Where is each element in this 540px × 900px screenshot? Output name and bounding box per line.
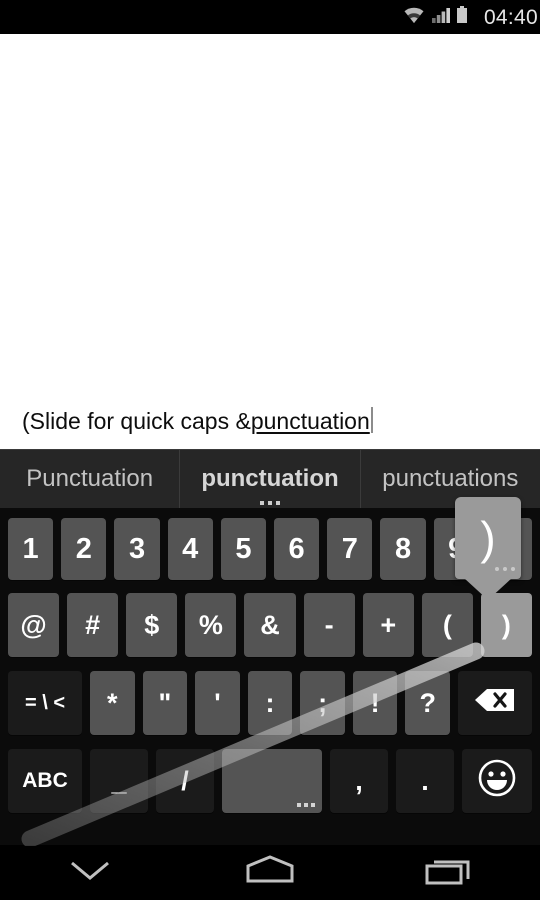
key-label: . — [421, 765, 429, 796]
key-label: 2 — [75, 532, 92, 565]
status-bar: 04:40 — [0, 0, 540, 34]
key-label: + — [380, 609, 397, 640]
key-plus[interactable]: + — [362, 593, 414, 657]
key-asterisk[interactable]: * — [90, 671, 135, 735]
more-options-dots-icon — [495, 567, 515, 571]
key-label: & — [260, 609, 280, 640]
key-label: % — [198, 609, 223, 640]
more-options-dots-icon — [297, 803, 315, 807]
symbol-row-2: = \ < * " ' : ; ! ? — [0, 664, 540, 742]
cellular-signal-icon — [431, 5, 451, 30]
key-label: ABC — [22, 769, 68, 792]
key-label: / — [181, 765, 189, 796]
popup-tail — [464, 578, 512, 600]
symbol-row-1: @ # $ % & - + ( ) — [0, 586, 540, 664]
chevron-down-icon — [62, 855, 118, 890]
key-label: ' — [214, 687, 221, 718]
key-space[interactable] — [222, 749, 322, 813]
suggestion-label: punctuations — [382, 465, 519, 492]
recents-icon — [421, 853, 479, 892]
typed-text: (Slide for quick caps & — [22, 408, 251, 434]
wifi-icon — [402, 5, 426, 30]
status-time: 04:40 — [483, 5, 538, 29]
nav-hide-keyboard[interactable] — [30, 845, 150, 900]
key-apostrophe[interactable]: ' — [195, 671, 240, 735]
key-2[interactable]: 2 — [61, 518, 107, 580]
key-percent[interactable]: % — [185, 593, 237, 657]
key-hyphen[interactable]: - — [303, 593, 355, 657]
key-label: , — [355, 765, 363, 796]
key-double-quote[interactable]: " — [142, 671, 188, 735]
navigation-bar[interactable] — [0, 845, 540, 900]
key-7[interactable]: 7 — [327, 518, 373, 580]
key-right-paren[interactable]: ) — [480, 593, 532, 657]
key-exclamation[interactable]: ! — [352, 671, 398, 735]
composing-text: punctuation — [250, 408, 370, 434]
nav-home[interactable] — [210, 845, 330, 900]
battery-icon — [456, 5, 468, 30]
key-label: 1 — [22, 532, 39, 565]
key-underscore[interactable]: _ — [90, 749, 148, 813]
key-label: : — [265, 687, 275, 718]
key-4[interactable]: 4 — [167, 518, 213, 580]
key-3[interactable]: 3 — [114, 518, 160, 580]
text-input-line[interactable]: (Slide for quick caps & punctuation — [22, 403, 373, 435]
key-label: @ — [20, 609, 47, 640]
key-at[interactable]: @ — [8, 593, 60, 657]
key-label: 5 — [235, 532, 252, 565]
key-label: " — [158, 687, 172, 718]
key-label: * — [107, 687, 118, 718]
key-label: 3 — [128, 532, 146, 565]
suggestion-item-0[interactable]: Punctuation — [0, 450, 179, 508]
key-semicolon[interactable]: ; — [300, 671, 345, 735]
key-dollar[interactable]: $ — [126, 593, 178, 657]
key-question[interactable]: ? — [405, 671, 451, 735]
key-comma[interactable]: , — [330, 749, 388, 813]
key-label: $ — [144, 609, 160, 640]
status-icons — [402, 5, 478, 30]
key-label: _ — [111, 765, 127, 796]
backspace-icon — [474, 687, 516, 720]
key-5[interactable]: 5 — [220, 518, 267, 580]
suggestion-item-1[interactable]: punctuation — [179, 450, 359, 508]
key-left-paren[interactable]: ( — [421, 593, 473, 657]
key-6[interactable]: 6 — [274, 518, 320, 580]
key-1[interactable]: 1 — [8, 518, 54, 580]
emoji-smiley-icon — [476, 757, 518, 806]
key-hash[interactable]: # — [67, 593, 119, 657]
key-preview-label: ) — [480, 512, 496, 564]
key-label: ( — [442, 609, 452, 640]
key-colon[interactable]: : — [247, 671, 293, 735]
key-8[interactable]: 8 — [380, 518, 426, 580]
more-options-dots-icon — [259, 501, 280, 505]
key-label: ) — [501, 609, 511, 640]
key-backspace[interactable] — [458, 671, 533, 735]
soft-keyboard[interactable]: Punctuation punctuation punctuations 1 2… — [0, 449, 540, 846]
key-label: 6 — [288, 532, 305, 565]
key-label: - — [324, 609, 334, 640]
key-label: ! — [370, 687, 380, 718]
suggestion-label: punctuation — [201, 465, 339, 492]
nav-recents[interactable] — [390, 845, 510, 900]
text-caret — [370, 407, 373, 433]
key-label: # — [85, 609, 101, 640]
key-label: 7 — [341, 532, 358, 565]
key-preview-popup: ) — [455, 497, 521, 600]
key-label: ? — [419, 687, 437, 718]
key-label: 8 — [394, 532, 412, 565]
key-label: 4 — [182, 532, 199, 565]
key-slash[interactable]: / — [156, 749, 214, 813]
key-emoji[interactable] — [462, 749, 532, 813]
key-period[interactable]: . — [396, 749, 454, 813]
key-more-symbols[interactable]: = \ < — [8, 671, 82, 735]
key-abc-layout[interactable]: ABC — [8, 749, 82, 813]
text-content-area[interactable]: (Slide for quick caps & punctuation — [0, 34, 540, 449]
home-icon — [240, 853, 300, 892]
key-label: = \ < — [24, 691, 66, 714]
key-ampersand[interactable]: & — [244, 593, 296, 657]
bottom-row: ABC _ / , . — [0, 742, 540, 820]
suggestion-label: Punctuation — [26, 465, 154, 492]
key-label: ; — [318, 687, 328, 718]
